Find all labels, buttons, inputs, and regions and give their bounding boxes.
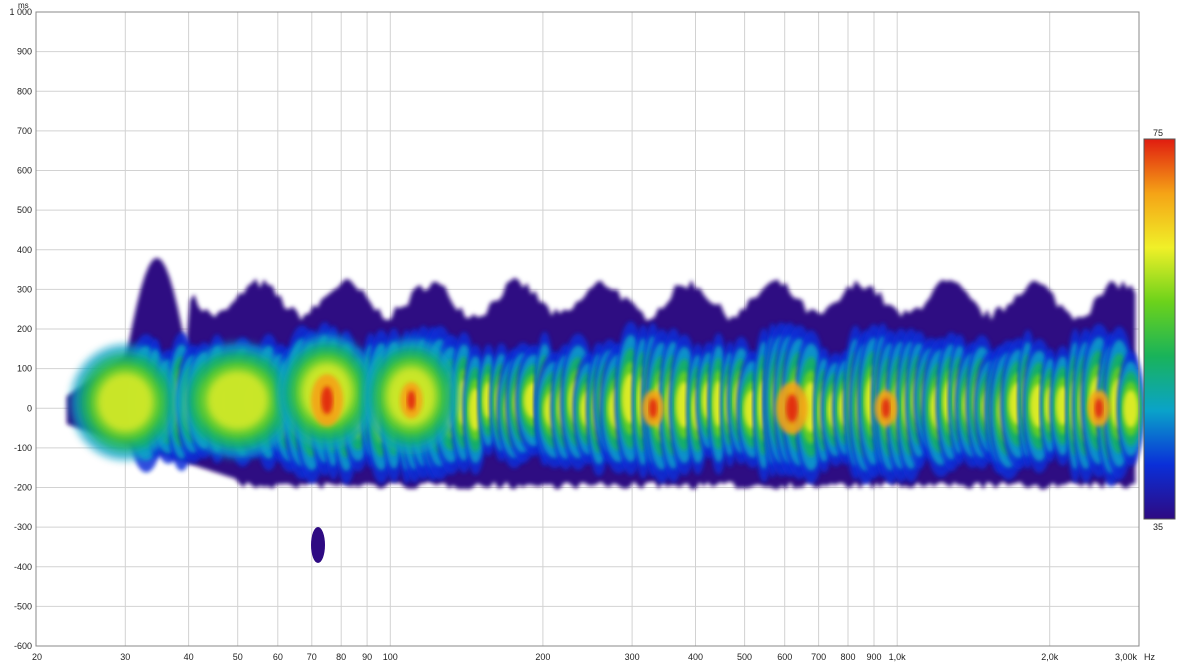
- heatmap-blob: [206, 370, 269, 431]
- y-tick-label: -500: [14, 601, 32, 611]
- heatmap-blob: [96, 372, 154, 433]
- y-tick-label: 300: [17, 284, 32, 294]
- x-tick-label: 30: [120, 652, 130, 662]
- y-tick-label: -300: [14, 522, 32, 532]
- x-axis-ticks: 20 30 40 50 60 70 80 90 100 200 300 400 500 600 700 800…: [32, 652, 1137, 662]
- colorbar: 75 35: [1143, 128, 1176, 532]
- y-tick-label: -400: [14, 562, 32, 572]
- x-unit-label: Hz: [1144, 652, 1155, 662]
- x-tick-label: 500: [737, 652, 752, 662]
- y-tick-label: 400: [17, 245, 32, 255]
- heatmap-hotspot-core: [785, 394, 798, 423]
- x-tick-label: 80: [336, 652, 346, 662]
- y-tick-label: 0: [27, 403, 32, 413]
- heatmap-hotspot-core: [881, 398, 891, 419]
- y-tick-label: 100: [17, 364, 32, 374]
- colorbar-min-label: 35: [1153, 522, 1163, 532]
- y-tick-label: -100: [14, 443, 32, 453]
- x-tick-label: 2,0k: [1041, 652, 1059, 662]
- x-tick-label: 700: [811, 652, 826, 662]
- colorbar-max-label: 75: [1153, 128, 1163, 138]
- heatmap-hotspot-core: [1094, 398, 1104, 419]
- y-axis-ticks: 1 0009008007006005004003002001000-100-20…: [9, 7, 32, 651]
- x-tick-label: 600: [777, 652, 792, 662]
- y-tick-label: -200: [14, 483, 32, 493]
- heatmap-island: [311, 527, 325, 563]
- y-tick-label: 200: [17, 324, 32, 334]
- y-tick-label: 800: [17, 86, 32, 96]
- x-tick-label: 60: [273, 652, 283, 662]
- y-tick-label: 500: [17, 205, 32, 215]
- x-tick-label: 40: [184, 652, 194, 662]
- x-tick-label: 800: [841, 652, 856, 662]
- heatmap-hotspot-core: [648, 398, 658, 419]
- x-tick-label: 400: [688, 652, 703, 662]
- x-tick-label: 1,0k: [889, 652, 907, 662]
- x-tick-label: 3,00k: [1115, 652, 1138, 662]
- x-tick-label: 200: [535, 652, 550, 662]
- x-tick-label: 20: [32, 652, 42, 662]
- heatmap-hotspot-core: [407, 390, 416, 411]
- heatmap-ridge: [1123, 390, 1139, 428]
- x-tick-label: 300: [625, 652, 640, 662]
- y-tick-label: 700: [17, 126, 32, 136]
- y-unit-label: ms: [18, 1, 29, 10]
- x-tick-label: 50: [233, 652, 243, 662]
- y-tick-label: 900: [17, 47, 32, 57]
- x-tick-label: 900: [866, 652, 881, 662]
- x-tick-label: 70: [307, 652, 317, 662]
- x-tick-label: 100: [383, 652, 398, 662]
- y-tick-label: 600: [17, 166, 32, 176]
- x-tick-label: 90: [362, 652, 372, 662]
- colorbar-gradient: [1143, 138, 1176, 520]
- spectrogram-chart: 1 0009008007006005004003002001000-100-20…: [9, 1, 1176, 662]
- y-tick-label: -600: [14, 641, 32, 651]
- heatmap-hotspot-core: [321, 386, 333, 415]
